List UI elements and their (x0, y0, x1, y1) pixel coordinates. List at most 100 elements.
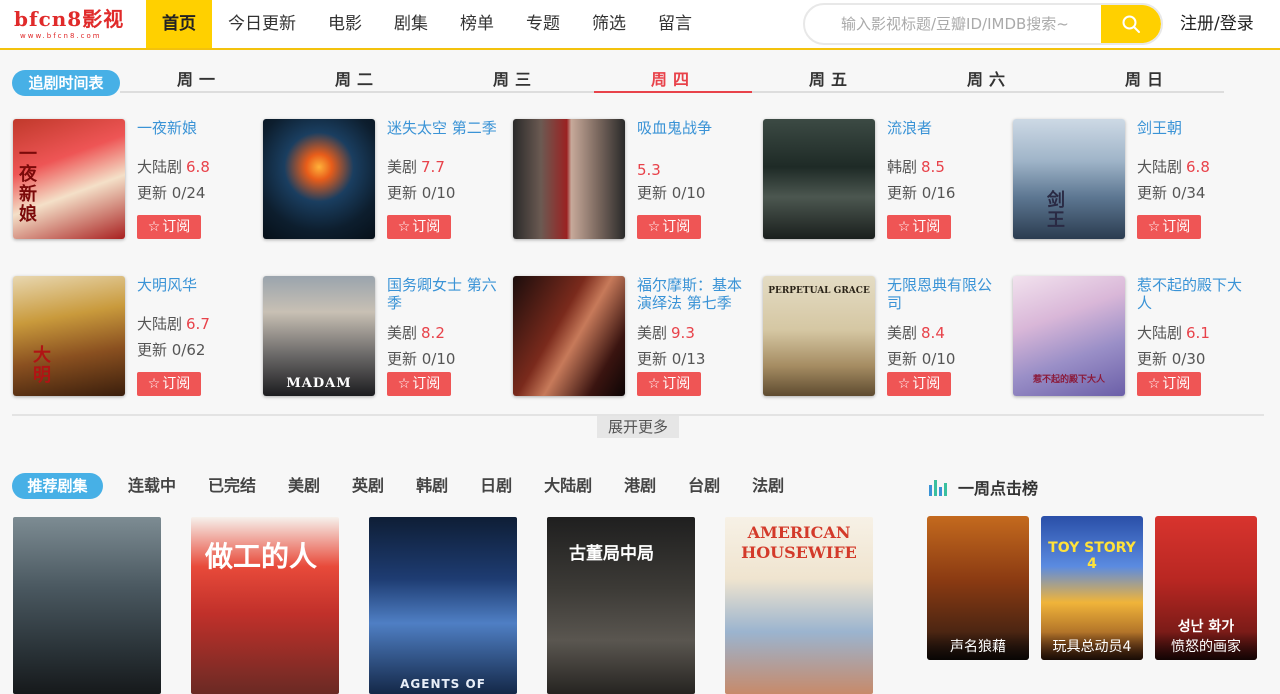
poster-image[interactable]: PERPETUAL GRACE (763, 276, 875, 396)
nav-movies[interactable]: 电影 (312, 0, 378, 48)
show-title[interactable]: 福尔摩斯：基本演绎法 第七季 (637, 276, 755, 312)
update-status: 更新 0/16 (887, 184, 956, 202)
poster-image[interactable] (513, 276, 625, 396)
nav-topics[interactable]: 专题 (510, 0, 576, 48)
tab-tuesday[interactable]: 周二 (278, 67, 436, 93)
star-icon: ☆ (147, 376, 161, 392)
nav-home[interactable]: 首页 (146, 0, 212, 48)
update-status: 更新 0/30 (1137, 350, 1206, 368)
recommend-poster[interactable]: 做工的人 (191, 517, 339, 694)
tab-finished[interactable]: 已完结 (192, 473, 272, 499)
show-title[interactable]: 大明风华 (137, 276, 255, 294)
subscribe-button[interactable]: ☆ 订阅 (1137, 372, 1201, 396)
ranking-item[interactable]: TOY STORY 4 玩具总动员4 (1041, 516, 1143, 660)
show-title[interactable]: 迷失太空 第二季 (387, 119, 505, 137)
region-label: 大陆剧 (1137, 158, 1183, 176)
show-meta: 美剧 8.2 (387, 324, 445, 342)
poster-title-text: 一夜新娘 (19, 144, 37, 225)
tab-tw-drama[interactable]: 台剧 (672, 473, 736, 499)
tab-ongoing[interactable]: 连载中 (112, 473, 192, 499)
recommend-poster[interactable]: AGENTS OF (369, 517, 517, 694)
subscribe-button[interactable]: ☆ 订阅 (637, 372, 701, 396)
subscribe-button[interactable]: ☆ 订阅 (137, 372, 201, 396)
tab-hk-drama[interactable]: 港剧 (608, 473, 672, 499)
show-meta: 美剧 8.4 (887, 324, 945, 342)
show-title[interactable]: 国务卿女士 第六季 (387, 276, 505, 312)
search-input[interactable] (805, 5, 1105, 43)
show-title[interactable]: 无限恩典有限公司 (887, 276, 1005, 312)
poster-image[interactable]: 剑王 (1013, 119, 1125, 239)
subscribe-label: 订阅 (162, 376, 191, 392)
schedule-item: 剑王 剑王朝 大陆剧 6.8 更新 0/34 ☆ 订阅 (1013, 119, 1258, 241)
poster-image[interactable]: 惹不起的殿下大人 (1013, 276, 1125, 396)
show-title[interactable]: 剑王朝 (1137, 119, 1255, 137)
poster-image[interactable] (763, 119, 875, 239)
ranking-item[interactable]: 声名狼藉 (927, 516, 1029, 660)
region-label: 大陆剧 (1137, 324, 1183, 342)
rating: 7.7 (421, 158, 445, 176)
poster-title-text: PERPETUAL GRACE (768, 286, 870, 296)
region-label: 美剧 (637, 324, 668, 342)
rating: 6.7 (186, 315, 210, 333)
subscribe-label: 订阅 (412, 219, 441, 235)
poster-title-text: AGENTS OF (400, 677, 486, 691)
tab-mainland-drama[interactable]: 大陆剧 (528, 473, 608, 499)
tab-sunday[interactable]: 周日 (1068, 67, 1226, 93)
show-title[interactable]: 吸血鬼战争 (637, 119, 755, 137)
tab-kr-drama[interactable]: 韩剧 (400, 473, 464, 499)
search-button[interactable] (1101, 5, 1161, 43)
region-label: 美剧 (387, 324, 418, 342)
star-icon: ☆ (1147, 219, 1161, 235)
poster-image[interactable]: 一夜新娘 (13, 119, 125, 239)
subscribe-button[interactable]: ☆ 订阅 (637, 215, 701, 239)
tab-fr-drama[interactable]: 法剧 (736, 473, 800, 499)
expand-more-button[interactable]: 展开更多 (597, 416, 679, 438)
recommend-poster[interactable]: AMERICAN HOUSEWIFE (725, 517, 873, 694)
recommend-poster[interactable]: 古董局中局 (547, 517, 695, 694)
show-meta: 大陆剧 6.7 (137, 315, 210, 333)
tab-thursday[interactable]: 周四 (594, 67, 752, 93)
show-title[interactable]: 一夜新娘 (137, 119, 255, 137)
ranking-title: 一周点击榜 (958, 479, 1039, 498)
schedule-item: 福尔摩斯：基本演绎法 第七季 美剧 9.3 更新 0/13 ☆ 订阅 (513, 276, 758, 398)
subscribe-button[interactable]: ☆ 订阅 (137, 215, 201, 239)
nav-today-update[interactable]: 今日更新 (212, 0, 312, 48)
show-meta: 美剧 7.7 (387, 158, 445, 176)
tab-monday[interactable]: 周一 (120, 67, 278, 93)
rating: 8.4 (921, 324, 945, 342)
show-title[interactable]: 惹不起的殿下大人 (1137, 276, 1255, 312)
nav-guestbook[interactable]: 留言 (642, 0, 708, 48)
nav-rankings[interactable]: 榜单 (444, 0, 510, 48)
tab-saturday[interactable]: 周六 (910, 67, 1068, 93)
subscribe-button[interactable]: ☆ 订阅 (387, 372, 451, 396)
nav-series[interactable]: 剧集 (378, 0, 444, 48)
subscribe-button[interactable]: ☆ 订阅 (1137, 215, 1201, 239)
poster-image[interactable]: MADAM (263, 276, 375, 396)
tab-jp-drama[interactable]: 日剧 (464, 473, 528, 499)
nav-filter[interactable]: 筛选 (576, 0, 642, 48)
region-label: 韩剧 (887, 158, 918, 176)
tab-wednesday[interactable]: 周三 (436, 67, 594, 93)
subscribe-button[interactable]: ☆ 订阅 (887, 372, 951, 396)
poster-image[interactable] (263, 119, 375, 239)
recommend-poster[interactable] (13, 517, 161, 694)
subscribe-button[interactable]: ☆ 订阅 (887, 215, 951, 239)
poster-image[interactable]: 大明 (13, 276, 125, 396)
tab-uk-drama[interactable]: 英剧 (336, 473, 400, 499)
tab-us-drama[interactable]: 美剧 (272, 473, 336, 499)
site-logo[interactable]: bfcn8影视 www.bfcn8.com (14, 6, 130, 44)
ranking-item[interactable]: 성난 화가 愤怒的画家 (1155, 516, 1257, 660)
subscribe-label: 订阅 (912, 219, 941, 235)
star-icon: ☆ (647, 219, 661, 235)
update-status: 更新 0/10 (887, 350, 956, 368)
show-title[interactable]: 流浪者 (887, 119, 1005, 137)
star-icon: ☆ (397, 376, 411, 392)
star-icon: ☆ (147, 219, 161, 235)
schedule-item: PERPETUAL GRACE 无限恩典有限公司 美剧 8.4 更新 0/10 ☆… (763, 276, 1008, 398)
tab-friday[interactable]: 周五 (752, 67, 910, 93)
poster-title-text: 惹不起的殿下大人 (1032, 375, 1105, 385)
ranking-title-caption: 玩具总动员4 (1041, 632, 1143, 660)
login-register-link[interactable]: 注册/登录 (1180, 0, 1254, 48)
poster-image[interactable] (513, 119, 625, 239)
subscribe-button[interactable]: ☆ 订阅 (387, 215, 451, 239)
